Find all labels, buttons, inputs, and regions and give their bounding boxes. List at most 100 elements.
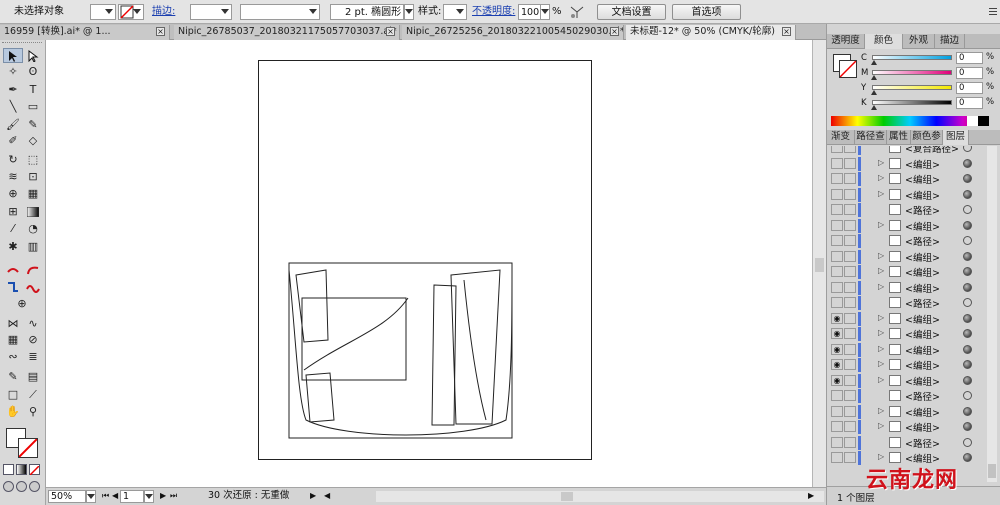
magenta-slider[interactable]: M 0 % xyxy=(827,67,1000,81)
target-circle-icon[interactable] xyxy=(963,174,972,183)
layer-name[interactable]: <路径> xyxy=(905,203,940,217)
target-circle-icon[interactable] xyxy=(963,282,972,292)
target-circle-icon[interactable] xyxy=(963,329,972,338)
layer-name[interactable]: <编组> xyxy=(905,157,940,171)
layer-name[interactable]: <编组> xyxy=(905,358,940,372)
lock-toggle[interactable] xyxy=(844,235,856,246)
layer-row[interactable]: ◉ ▷ <编组> xyxy=(831,357,991,373)
draw-inside-icon[interactable] xyxy=(29,481,40,492)
visibility-eye-icon[interactable] xyxy=(831,421,843,432)
fill-swatch-dropdown[interactable] xyxy=(90,4,116,20)
target-circle-icon[interactable] xyxy=(963,220,972,230)
visibility-eye-icon[interactable] xyxy=(831,219,843,231)
layers-list[interactable]: <复合路径> ▷ <编组> ▷ <编组> ▷ <编组> <路径> ▷ <编组> <路径> ▷ <编组> ▷… xyxy=(827,146,1000,486)
layer-name[interactable]: <编组> xyxy=(905,250,940,264)
tab-pathfinder[interactable]: 路径查 xyxy=(855,130,887,145)
scroll-right-arrow[interactable]: ▶ xyxy=(808,490,814,503)
close-icon[interactable]: × xyxy=(782,27,791,36)
layer-row[interactable]: ▷ <编组> xyxy=(831,171,991,187)
target-circle-icon[interactable] xyxy=(963,313,972,323)
visibility-eye-icon[interactable] xyxy=(831,281,843,293)
paintbrush-tool-icon[interactable]: 🖌 xyxy=(3,117,23,132)
lock-toggle[interactable] xyxy=(844,173,856,184)
layer-name[interactable]: <编组> xyxy=(905,374,940,388)
visibility-eye-icon[interactable] xyxy=(831,266,843,277)
layer-name[interactable]: <路径> xyxy=(905,234,940,248)
layer-row[interactable]: ◉ ▷ <编组> xyxy=(831,342,991,358)
tab-layers[interactable]: 图层 xyxy=(943,130,969,145)
visibility-eye-icon[interactable] xyxy=(831,436,843,448)
gradient-mode-icon[interactable] xyxy=(16,464,27,475)
expand-arrow-icon[interactable]: ▷ xyxy=(878,313,884,322)
black-slider[interactable]: K 0 % xyxy=(827,97,1000,111)
layer-row[interactable]: <路径> xyxy=(831,202,991,218)
visibility-eye-icon[interactable] xyxy=(831,146,843,153)
line-tool-icon[interactable]: ╲ xyxy=(3,99,23,114)
cyan-value[interactable]: 0 xyxy=(956,52,983,64)
visibility-eye-icon[interactable] xyxy=(831,297,843,308)
layer-name[interactable]: <复合路径> xyxy=(905,146,959,155)
color-mode-icon[interactable] xyxy=(3,464,14,475)
expand-arrow-icon[interactable]: ▷ xyxy=(878,220,884,229)
tab-transparency[interactable]: 透明度 xyxy=(827,34,865,49)
opacity-dropdown[interactable] xyxy=(540,4,550,20)
next-artboard-icon[interactable]: ▶ xyxy=(160,490,166,503)
layer-name[interactable]: <编组> xyxy=(905,265,940,279)
layer-row[interactable]: ▷ <编组> xyxy=(831,264,991,280)
target-circle-icon[interactable] xyxy=(963,344,972,354)
black-track[interactable] xyxy=(872,100,952,105)
document-canvas[interactable] xyxy=(46,40,812,487)
tab-document-active[interactable]: 未标题-12* @ 50% (CMYK/轮廓) × xyxy=(626,25,796,40)
knife-tool-icon[interactable]: ⊘ xyxy=(23,332,43,347)
cyan-track[interactable] xyxy=(872,55,952,60)
layer-row[interactable]: <路径> xyxy=(831,388,991,404)
artboard-select[interactable]: 1 xyxy=(120,490,144,503)
layer-name[interactable]: <编组> xyxy=(905,172,940,186)
stroke-color-swatch[interactable] xyxy=(18,438,38,458)
tab-color[interactable]: 颜色 xyxy=(865,34,903,49)
target-circle-icon[interactable] xyxy=(963,375,972,385)
last-artboard-icon[interactable]: ⏭ xyxy=(170,490,177,503)
expand-arrow-icon[interactable]: ▷ xyxy=(878,375,884,384)
crosshair-tool-icon[interactable]: ⊕ xyxy=(12,296,32,311)
expand-arrow-icon[interactable]: ▷ xyxy=(878,452,884,461)
tab-document-1[interactable]: 16959 [转换].ai* @ 1... × xyxy=(0,25,170,40)
target-circle-icon[interactable] xyxy=(963,267,972,276)
layers-scroll-thumb[interactable] xyxy=(988,464,996,478)
color-spectrum[interactable] xyxy=(831,116,989,126)
layer-row[interactable]: ▷ <编组> xyxy=(831,156,991,172)
black-white-swatch[interactable] xyxy=(967,116,989,126)
style-dropdown[interactable] xyxy=(443,4,467,20)
visibility-eye-icon[interactable] xyxy=(831,405,843,417)
layer-row[interactable]: <路径> xyxy=(831,295,991,311)
zoom-select[interactable]: 50% xyxy=(48,490,86,503)
lock-toggle[interactable] xyxy=(844,328,856,339)
status-menu-arrow[interactable]: ▶ xyxy=(310,490,316,503)
layer-name[interactable]: <路径> xyxy=(905,296,940,310)
recolor-icon[interactable] xyxy=(568,4,586,20)
tab-stroke[interactable]: 描边 xyxy=(935,34,965,49)
layer-row[interactable]: <路径> xyxy=(831,435,991,451)
align-tool-icon[interactable]: ≣ xyxy=(23,349,43,364)
layer-row[interactable]: ◉ ▷ <编组> xyxy=(831,326,991,342)
lock-toggle[interactable] xyxy=(844,312,856,324)
tab-color-guide[interactable]: 颜色参 xyxy=(911,130,943,145)
prev-artboard-icon[interactable]: ◀ xyxy=(112,490,118,503)
lock-toggle[interactable] xyxy=(844,250,856,262)
live-paint-bucket-icon[interactable] xyxy=(3,262,23,277)
magenta-knob[interactable] xyxy=(871,75,877,80)
lock-toggle[interactable] xyxy=(844,219,856,231)
horizontal-scrollbar[interactable] xyxy=(376,491,824,502)
lock-toggle[interactable] xyxy=(844,266,856,277)
expand-arrow-icon[interactable]: ▷ xyxy=(878,251,884,260)
eraser-tool-icon[interactable]: ◇ xyxy=(23,133,43,148)
target-circle-icon[interactable] xyxy=(963,158,972,168)
black-value[interactable]: 0 xyxy=(956,97,983,109)
shape-builder-tool-icon[interactable]: ⊕ xyxy=(3,186,23,201)
live-paint-selection-icon[interactable] xyxy=(23,262,43,277)
symbol-sprayer-tool-icon[interactable]: ✱ xyxy=(3,239,23,254)
vertical-scrollbar[interactable] xyxy=(812,40,826,487)
fold-tool-icon[interactable] xyxy=(3,279,23,294)
panel-menu-icon[interactable] xyxy=(988,4,998,20)
gradient-tool-icon[interactable] xyxy=(23,204,43,219)
